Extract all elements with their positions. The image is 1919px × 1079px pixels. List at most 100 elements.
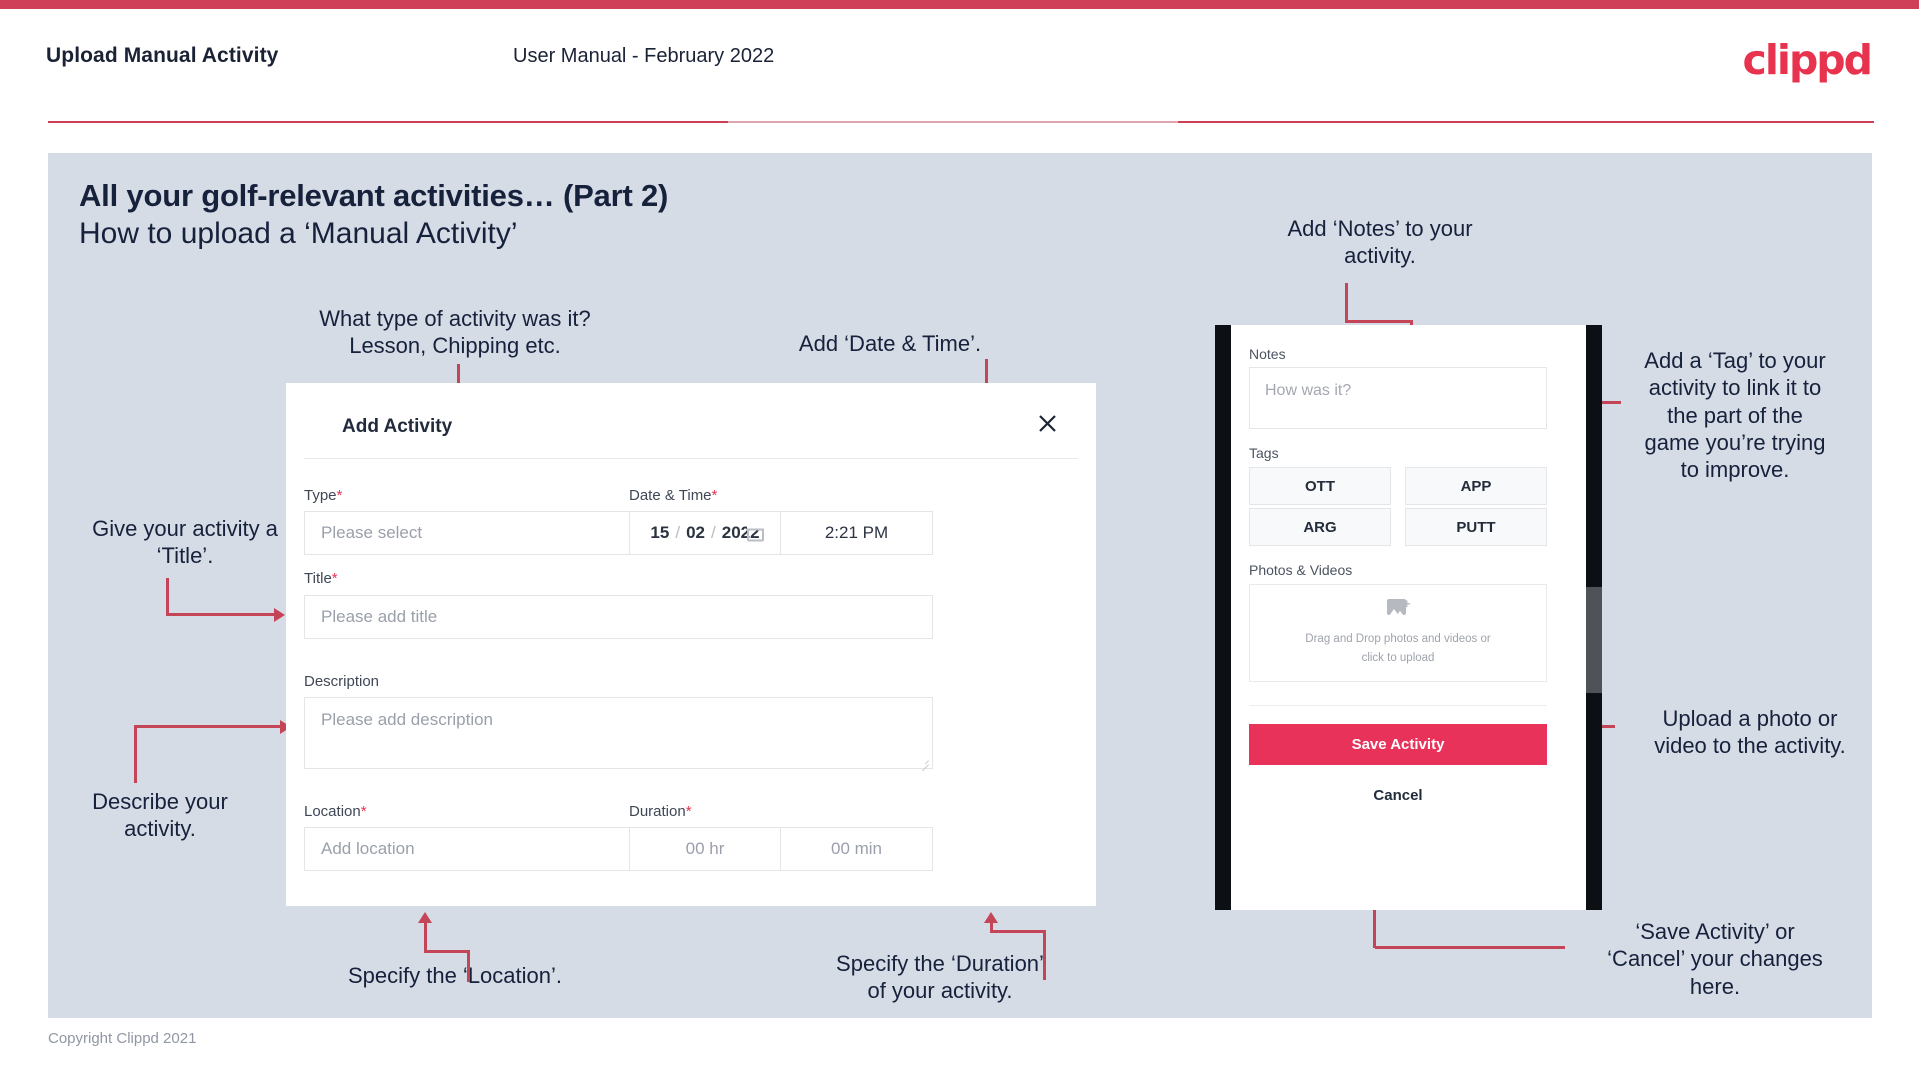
tag-app-label: APP: [1460, 477, 1492, 495]
location-label: Location*: [304, 803, 367, 820]
date-day: 15: [650, 523, 670, 542]
save-activity-button[interactable]: Save Activity: [1249, 724, 1547, 765]
connector-dur-v2: [1043, 930, 1046, 980]
connector-loc-v1: [424, 922, 427, 952]
tag-ott[interactable]: OTT: [1249, 467, 1391, 505]
cancel-button[interactable]: Cancel: [1249, 775, 1547, 815]
phone-screen: Notes How was it? Tags OTT APP ARG PUTT …: [1231, 325, 1586, 910]
datetime-label-text: Date & Time: [629, 487, 712, 504]
title-input[interactable]: Please add title: [304, 595, 933, 639]
connector-tags-h1: [1601, 401, 1621, 404]
connector-dur-arrow: [984, 912, 998, 923]
duration-hours-placeholder: 00 hr: [685, 839, 725, 858]
location-label-text: Location: [304, 803, 361, 820]
annotation-location: Specify the ‘Location’.: [347, 963, 563, 988]
cancel-label: Cancel: [1373, 786, 1423, 804]
phone-divider: [1249, 705, 1547, 706]
annotation-datetime: Add ‘Date & Time’.: [798, 331, 982, 356]
annotation-description: Describe your activity.: [92, 789, 228, 842]
dialog-title: Add Activity: [342, 416, 453, 437]
connector-save-h: [1375, 946, 1565, 949]
header-rule-mid: [728, 121, 1178, 123]
connector-loc-arrow: [418, 912, 432, 923]
location-placeholder: Add location: [321, 839, 415, 858]
connector-notes-v1: [1345, 283, 1348, 323]
annotation-tags: Add a ‘Tag’ to your activity to link it …: [1644, 348, 1826, 483]
dialog-divider: [304, 458, 1078, 459]
date-input[interactable]: 15 / 02 / 2022: [629, 511, 781, 555]
slide-root: Upload Manual Activity User Manual - Feb…: [0, 0, 1919, 1079]
connector-title-v: [166, 578, 169, 616]
annotation-save: ‘Save Activity’ or ‘Cancel’ your changes…: [1607, 919, 1823, 999]
connector-title-arrow: [274, 608, 285, 622]
add-activity-dialog: Add Activity Type* Please select Date & …: [286, 383, 1096, 906]
footer-copyright: Copyright Clippd 2021: [48, 1030, 197, 1047]
photos-label: Photos & Videos: [1249, 562, 1353, 578]
datetime-label: Date & Time*: [629, 487, 717, 504]
datetime-required: *: [711, 487, 718, 504]
calendar-icon[interactable]: [747, 524, 764, 542]
dropzone-line-2: click to upload: [1361, 651, 1435, 664]
connector-loc-v2: [467, 950, 470, 982]
connector-dur-h: [990, 930, 1046, 933]
time-input[interactable]: 2:21 PM: [780, 511, 933, 555]
connector-desc-v: [134, 725, 137, 783]
tag-putt[interactable]: PUTT: [1405, 508, 1547, 546]
add-image-icon: +: [1386, 597, 1411, 618]
page-subtitle: User Manual - February 2022: [513, 45, 775, 67]
description-label: Description: [304, 673, 379, 690]
type-label: Type*: [304, 487, 342, 504]
time-value: 2:21 PM: [824, 523, 889, 542]
phone-mockup: Notes How was it? Tags OTT APP ARG PUTT …: [1215, 325, 1602, 910]
title-required: *: [331, 570, 338, 587]
annotation-notes: Add ‘Notes’ to your activity.: [1287, 216, 1473, 269]
type-required: *: [336, 487, 343, 504]
page-title: Upload Manual Activity: [46, 44, 279, 67]
notes-label: Notes: [1249, 346, 1286, 362]
type-select[interactable]: Please select: [304, 511, 680, 555]
photo-dropzone[interactable]: + Drag and Drop photos and videos or cli…: [1249, 584, 1547, 682]
phone-volume-button: [1586, 587, 1602, 693]
annotation-upload: Upload a photo or video to the activity.: [1654, 706, 1846, 759]
tag-arg[interactable]: ARG: [1249, 508, 1391, 546]
description-placeholder: Please add description: [321, 710, 494, 729]
close-icon[interactable]: [1030, 406, 1064, 440]
header-rule-left: [48, 121, 728, 123]
location-input[interactable]: Add location: [304, 827, 680, 871]
connector-desc-h: [134, 725, 282, 728]
title-placeholder: Please add title: [321, 607, 438, 626]
connector-dur-v1: [990, 922, 993, 932]
slide-title: All your golf-relevant activities… (Part…: [79, 178, 669, 213]
top-accent-bar: [0, 0, 1919, 9]
title-label: Title*: [304, 570, 338, 587]
clippd-logo: clippd: [1742, 36, 1873, 84]
duration-hours-input[interactable]: 00 hr: [629, 827, 781, 871]
phone-bezel-left: [1215, 325, 1231, 910]
connector-loc-h: [424, 950, 470, 953]
duration-label-text: Duration: [629, 803, 686, 820]
tag-putt-label: PUTT: [1456, 518, 1496, 536]
notes-placeholder: How was it?: [1265, 382, 1352, 399]
duration-minutes-placeholder: 00 min: [830, 839, 883, 858]
tag-app[interactable]: APP: [1405, 467, 1547, 505]
tag-arg-label: ARG: [1303, 518, 1337, 536]
annotation-type: What type of activity was it? Lesson, Ch…: [319, 306, 591, 359]
description-textarea[interactable]: Please add description: [304, 697, 933, 769]
dropzone-line-1: Drag and Drop photos and videos or: [1305, 633, 1491, 646]
duration-required: *: [685, 803, 692, 820]
connector-notes-h: [1345, 320, 1413, 323]
tag-ott-label: OTT: [1305, 477, 1335, 495]
date-month: 02: [686, 523, 705, 542]
connector-title-h: [166, 613, 276, 616]
type-placeholder: Please select: [321, 523, 423, 542]
header-rule-right: [1178, 121, 1874, 123]
duration-label: Duration*: [629, 803, 692, 820]
duration-minutes-input[interactable]: 00 min: [780, 827, 933, 871]
resize-grip-icon[interactable]: [920, 756, 929, 765]
location-required: *: [360, 803, 367, 820]
date-sep-1: /: [675, 523, 681, 542]
slide-subtitle: How to upload a ‘Manual Activity’: [79, 217, 518, 250]
annotation-duration: Specify the ‘Duration’ of your activity.: [836, 951, 1044, 1004]
description-label-text: Description: [304, 673, 380, 690]
tags-label: Tags: [1249, 445, 1279, 461]
